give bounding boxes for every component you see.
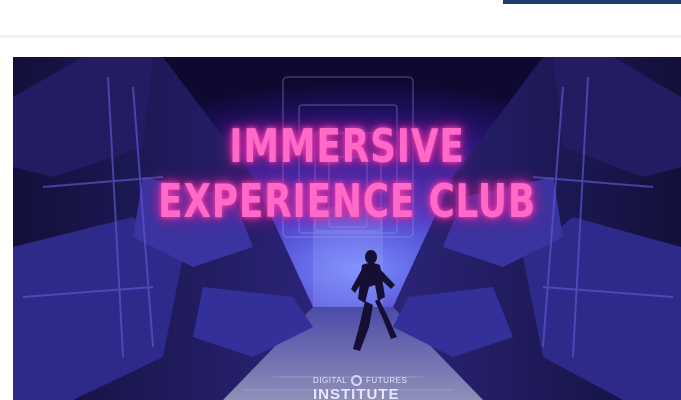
banner-scene-illustration xyxy=(13,57,681,400)
top-bar xyxy=(0,0,681,36)
banner-title-line-1: IMMERSIVE xyxy=(229,119,465,173)
digital-futures-institute-logo: DIGITAL FUTURES INSTITUTE xyxy=(313,375,423,400)
ring-icon xyxy=(351,375,363,386)
banner-title-line-2: EXPERIENCE CLUB xyxy=(158,174,536,228)
header-action-button[interactable] xyxy=(503,0,681,4)
event-banner-image: IMMERSIVE EXPERIENCE CLUB DIGITAL FUTURE… xyxy=(13,57,681,400)
logo-word-futures: FUTURES xyxy=(366,376,408,385)
header-divider xyxy=(0,35,681,38)
logo-word-institute: INSTITUTE xyxy=(313,386,400,400)
logo-word-digital: DIGITAL xyxy=(313,376,348,385)
